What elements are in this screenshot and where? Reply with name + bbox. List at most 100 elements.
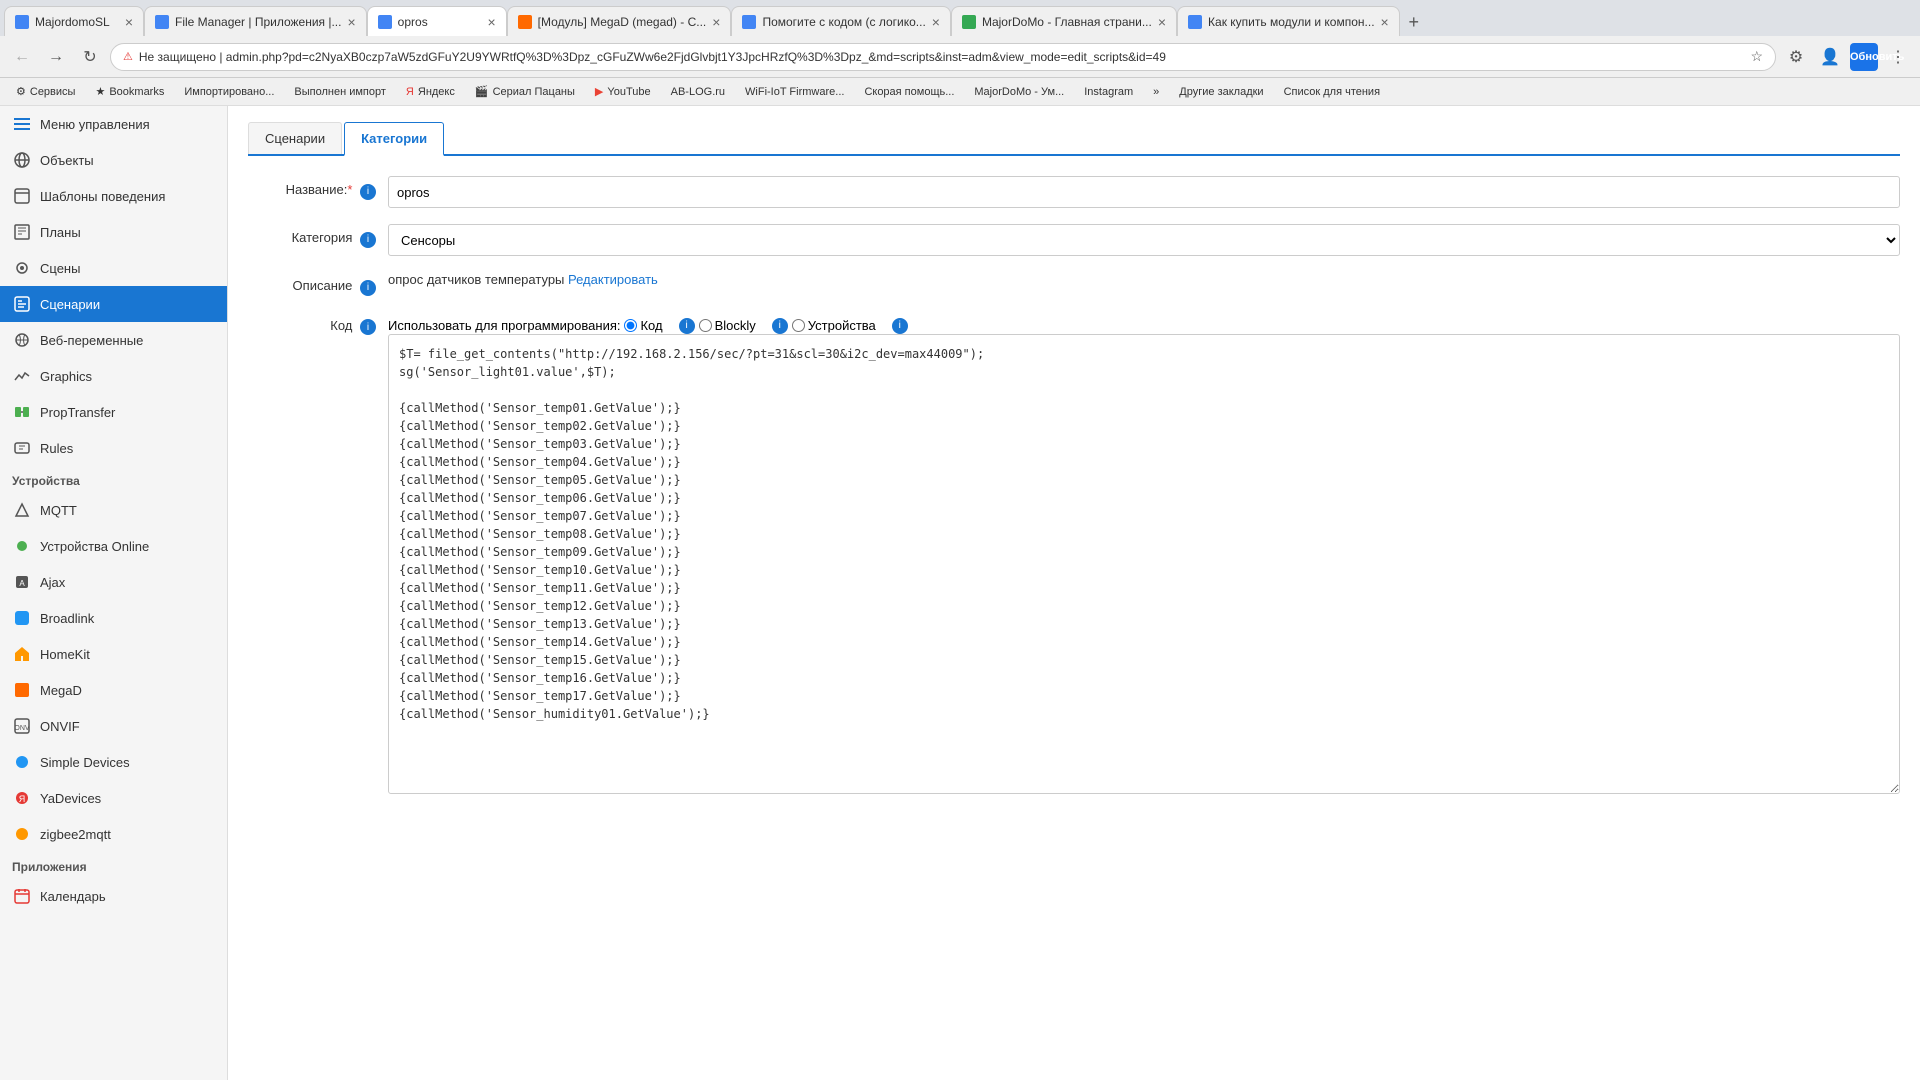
- tab-favicon-4: [518, 15, 532, 29]
- sidebar-item-calendar[interactable]: Календарь: [0, 878, 227, 914]
- tab-majordomosl[interactable]: MajordomoSL ×: [4, 6, 144, 36]
- name-info-icon[interactable]: i: [360, 184, 376, 200]
- sidebar-item-plans[interactable]: Планы: [0, 214, 227, 250]
- profile-button[interactable]: 👤: [1816, 43, 1844, 71]
- bookmark-serial[interactable]: 🎬 Сериал Пацаны: [467, 81, 583, 103]
- sidebar-item-simple-devices[interactable]: Simple Devices: [0, 744, 227, 780]
- tab-close-5[interactable]: ×: [932, 14, 940, 30]
- form-row-code: Код i Использовать для программирования:…: [248, 312, 1900, 794]
- tab-buy[interactable]: Как купить модули и компон... ×: [1177, 6, 1400, 36]
- sidebar-item-objects[interactable]: Объекты: [0, 142, 227, 178]
- sidebar-label-menu: Меню управления: [40, 117, 150, 132]
- bookmark-star-icon[interactable]: ☆: [1750, 48, 1763, 65]
- tab-close-2[interactable]: ×: [347, 14, 355, 30]
- devices-radio-info-icon[interactable]: i: [892, 318, 908, 334]
- sidebar-item-megad[interactable]: MegaD: [0, 672, 227, 708]
- sidebar-section-devices: Устройства: [0, 466, 227, 492]
- bookmark-icon-serial: 🎬: [475, 85, 489, 98]
- sidebar-item-broadlink[interactable]: Broadlink: [0, 600, 227, 636]
- bookmark-ambulance[interactable]: Скорая помощь...: [856, 81, 962, 103]
- bookmark-more[interactable]: »: [1145, 81, 1167, 103]
- bookmark-label-other: Другие закладки: [1179, 86, 1263, 98]
- bookmark-youtube[interactable]: ▶ YouTube: [587, 81, 659, 103]
- description-edit-link[interactable]: Редактировать: [568, 272, 658, 287]
- forward-button[interactable]: →: [42, 43, 70, 71]
- sidebar-label-broadlink: Broadlink: [40, 611, 94, 626]
- sidebar-item-onvif[interactable]: ONV ONVIF: [0, 708, 227, 744]
- radio-code[interactable]: [624, 319, 637, 332]
- tab-close-6[interactable]: ×: [1158, 14, 1166, 30]
- sidebar-item-rules[interactable]: Rules: [0, 430, 227, 466]
- sidebar-item-menu[interactable]: Меню управления: [0, 106, 227, 142]
- tab-close-1[interactable]: ×: [125, 14, 133, 30]
- bookmark-services[interactable]: ⚙ Сервисы: [8, 81, 83, 103]
- sidebar-item-yadevices[interactable]: Я YaDevices: [0, 780, 227, 816]
- address-bar[interactable]: ⚠ Не защищено | admin.php?pd=c2NyaXB0czp…: [110, 43, 1776, 71]
- tab-majordomohome[interactable]: MajorDoMo - Главная страни... ×: [951, 6, 1177, 36]
- sidebar-item-devices-online[interactable]: Устройства Online: [0, 528, 227, 564]
- new-tab-button[interactable]: +: [1400, 8, 1428, 36]
- bookmark-reading[interactable]: Список для чтения: [1276, 81, 1388, 103]
- rules-icon: [12, 438, 32, 458]
- radio-blockly[interactable]: [699, 319, 712, 332]
- online-icon: [12, 536, 32, 556]
- code-info-icon[interactable]: i: [360, 319, 376, 335]
- tab-categories[interactable]: Категории: [344, 122, 444, 156]
- sidebar-item-graphics[interactable]: Graphics: [0, 358, 227, 394]
- sidebar-section-apps: Приложения: [0, 852, 227, 878]
- bookmark-imported[interactable]: Импортировано...: [176, 81, 282, 103]
- tab-megad[interactable]: [Модуль] MegaD (megad) - C... ×: [507, 6, 732, 36]
- extensions-button[interactable]: ⚙: [1782, 43, 1810, 71]
- reload-button[interactable]: ↻: [76, 43, 104, 71]
- tab-filemanager[interactable]: File Manager | Приложения |... ×: [144, 6, 367, 36]
- sidebar-label-calendar: Календарь: [40, 889, 106, 904]
- description-info-icon[interactable]: i: [360, 280, 376, 296]
- bookmark-ablog[interactable]: AB-LOG.ru: [663, 81, 733, 103]
- back-button[interactable]: ←: [8, 43, 36, 71]
- sidebar-item-ajax[interactable]: A Ajax: [0, 564, 227, 600]
- sidebar-item-scripts[interactable]: Сценарии: [0, 286, 227, 322]
- tab-bar: MajordomoSL × File Manager | Приложения …: [0, 0, 1920, 36]
- bookmark-yandex[interactable]: Я Яндекс: [398, 81, 463, 103]
- tab-close-3[interactable]: ×: [487, 14, 495, 30]
- graphics-icon: [12, 366, 32, 386]
- name-field-container: [388, 176, 1900, 208]
- tab-help[interactable]: Помогите с кодом (с логико... ×: [731, 6, 951, 36]
- bookmark-bookmarks[interactable]: ★ Bookmarks: [87, 81, 172, 103]
- blockly-radio-info-icon[interactable]: i: [772, 318, 788, 334]
- category-select[interactable]: Сенсоры Другое: [388, 224, 1900, 256]
- code-editor[interactable]: $T= file_get_contents("http://192.168.2.…: [388, 334, 1900, 794]
- bookmark-instagram[interactable]: Instagram: [1076, 81, 1141, 103]
- tab-label-3: opros: [398, 15, 482, 29]
- bookmark-wifi[interactable]: WiFi-IoT Firmware...: [737, 81, 852, 103]
- radio-label-code[interactable]: Код: [624, 318, 662, 333]
- bookmark-label-imported: Импортировано...: [184, 86, 274, 98]
- category-info-icon[interactable]: i: [360, 232, 376, 248]
- code-radio-info-icon[interactable]: i: [679, 318, 695, 334]
- tab-label-5: Помогите с кодом (с логико...: [762, 15, 925, 29]
- tab-opros[interactable]: opros ×: [367, 6, 507, 36]
- name-input[interactable]: [388, 176, 1900, 208]
- sidebar-item-mqtt[interactable]: MQTT: [0, 492, 227, 528]
- svg-text:ONV: ONV: [14, 725, 30, 732]
- radio-devices[interactable]: [792, 319, 805, 332]
- menu-button[interactable]: ⋮: [1884, 43, 1912, 71]
- svg-text:Я: Я: [19, 794, 26, 804]
- radio-label-devices[interactable]: Устройства: [792, 318, 876, 333]
- bookmark-other[interactable]: Другие закладки: [1171, 81, 1271, 103]
- radio-label-blockly[interactable]: Blockly: [699, 318, 756, 333]
- bookmark-import-done[interactable]: Выполнен импорт: [286, 81, 394, 103]
- refresh-button[interactable]: Обновить: [1850, 43, 1878, 71]
- sidebar-item-scenes[interactable]: Сцены: [0, 250, 227, 286]
- tab-scenarios[interactable]: Сценарии: [248, 122, 342, 154]
- sidebar-item-homekit[interactable]: HomeKit: [0, 636, 227, 672]
- content-tabs: Сценарии Категории: [248, 122, 1900, 156]
- sidebar-item-templates[interactable]: Шаблоны поведения: [0, 178, 227, 214]
- sidebar-item-proptransfer[interactable]: PropTransfer: [0, 394, 227, 430]
- tab-close-4[interactable]: ×: [712, 14, 720, 30]
- sidebar-label-scripts: Сценарии: [40, 297, 100, 312]
- sidebar-item-zigbee[interactable]: zigbee2mqtt: [0, 816, 227, 852]
- tab-close-7[interactable]: ×: [1381, 14, 1389, 30]
- sidebar-item-webvars[interactable]: Веб-переменные: [0, 322, 227, 358]
- bookmark-majordomosmart[interactable]: MajorDoMo - Ум...: [966, 81, 1072, 103]
